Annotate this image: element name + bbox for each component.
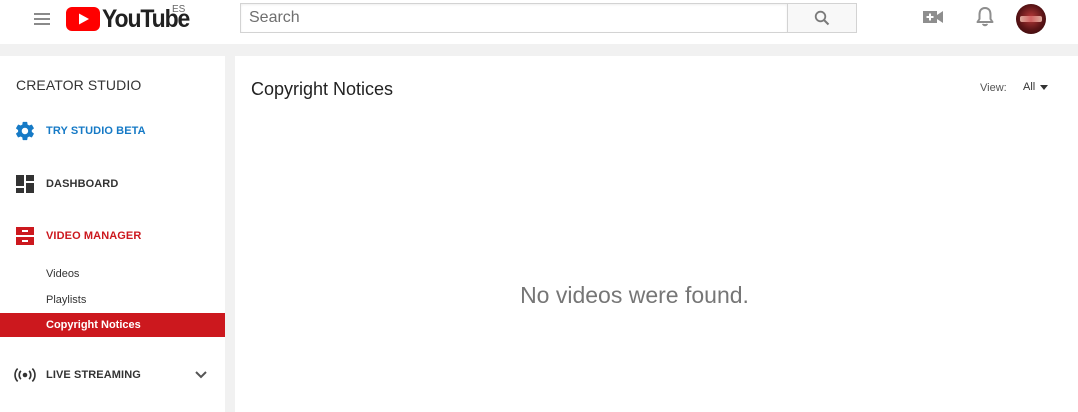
masthead: YouTube ES [0,0,1078,44]
caret-down-icon [1040,84,1049,90]
menu-icon[interactable] [34,12,50,26]
sidebar-subitem-videos[interactable]: Videos [0,262,225,286]
empty-state-message: No videos were found. [520,282,749,308]
sidebar-item-label: DASHBOARD [46,178,119,190]
sidebar-subitem-copyright-notices[interactable]: Copyright Notices [0,313,225,337]
upload-video-icon[interactable] [922,8,944,26]
sidebar: CREATOR STUDIO TRY STUDIO BETA DASHBOARD [0,56,225,412]
sidebar-item-try-studio-beta[interactable]: TRY STUDIO BETA [0,116,225,146]
sidebar-item-video-manager[interactable]: VIDEO MANAGER [0,221,225,251]
sidebar-item-label: TRY STUDIO BETA [46,125,146,137]
view-label: View: [980,82,1007,94]
video-manager-icon [14,225,36,247]
gear-icon [14,120,36,142]
sidebar-subitem-playlists[interactable]: Playlists [0,288,225,312]
sidebar-item-live-streaming[interactable]: LIVE STREAMING [0,360,225,390]
sidebar-title: CREATOR STUDIO [16,77,142,93]
search-input[interactable] [241,4,787,32]
view-filter-dropdown[interactable]: All [1023,81,1049,93]
main-content: Copyright Notices View: All No videos we… [235,56,1078,412]
search-box [240,3,788,33]
search-icon [814,10,830,26]
sidebar-subitem-label: Playlists [46,294,87,306]
search-button[interactable] [787,3,857,33]
sidebar-subitem-label: Copyright Notices [46,319,141,331]
youtube-play-icon [66,7,100,31]
live-broadcast-icon [14,364,36,386]
notifications-bell-icon[interactable] [975,6,995,28]
view-filter-value: All [1023,81,1036,93]
avatar[interactable] [1016,4,1046,34]
dashboard-icon [14,173,36,195]
sidebar-subitem-label: Videos [46,268,80,280]
country-code: ES [172,4,186,15]
page-title: Copyright Notices [251,79,394,99]
chevron-down-icon[interactable] [194,370,208,380]
avatar-image [1020,16,1042,22]
sidebar-item-label: VIDEO MANAGER [46,230,142,242]
sidebar-item-dashboard[interactable]: DASHBOARD [0,169,225,199]
sidebar-item-label: LIVE STREAMING [46,369,141,381]
